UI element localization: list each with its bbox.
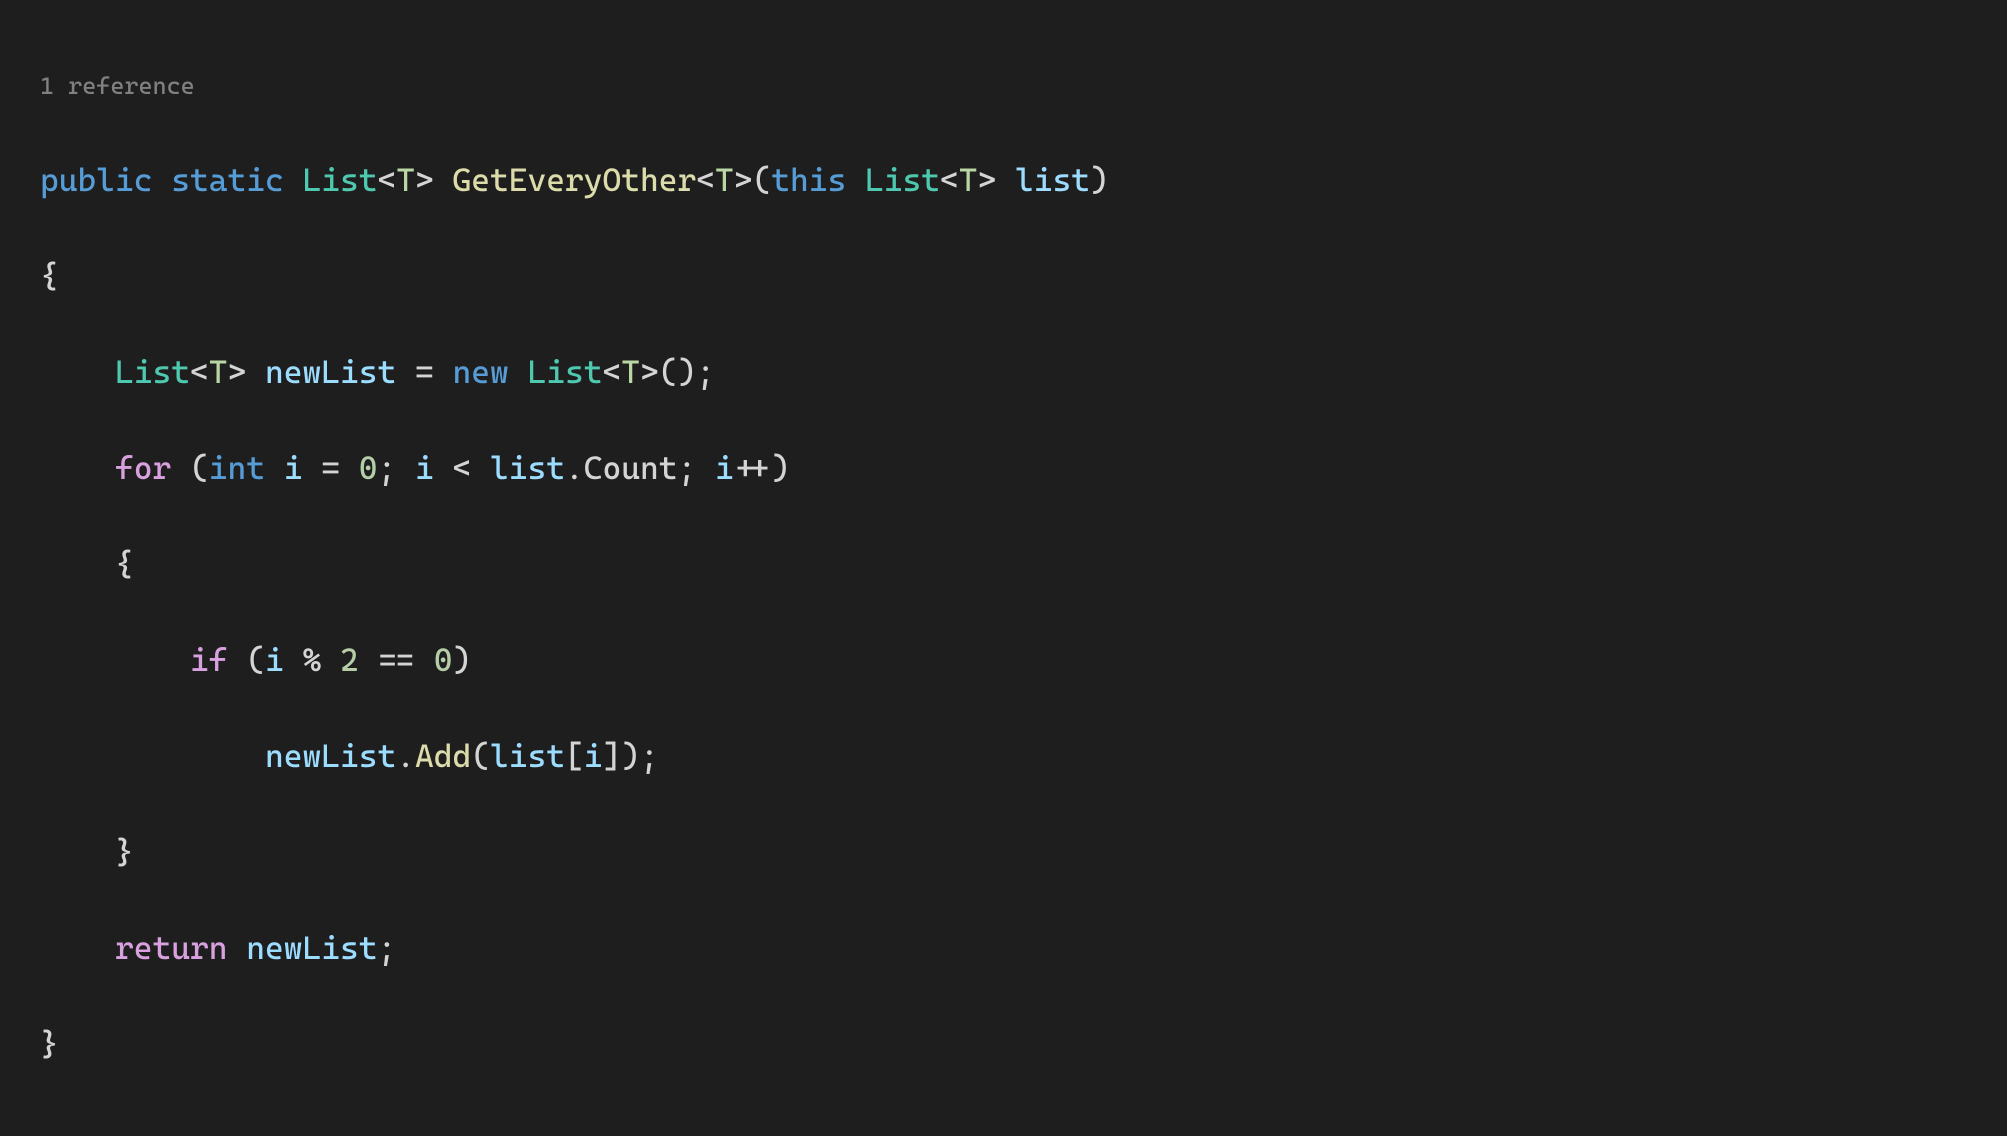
angle-close: > [415, 161, 434, 199]
var-i: i [284, 449, 303, 487]
code-line-2: { [40, 252, 1967, 300]
semicolon: ; [378, 929, 397, 967]
num-zero: 0 [359, 449, 378, 487]
brace-open: { [40, 257, 59, 295]
type-param-t: T [715, 161, 734, 199]
code-editor[interactable]: 1 reference public static List<T> GetEve… [0, 0, 2007, 1136]
keyword-new: new [453, 353, 509, 391]
type-list: List [528, 353, 603, 391]
method-add: Add [415, 737, 471, 775]
type-list: List [865, 161, 940, 199]
var-i: i [584, 737, 603, 775]
paren-close: ) [621, 737, 640, 775]
var-newlist: newList [265, 353, 396, 391]
type-param-t: T [959, 161, 978, 199]
semicolon: ; [378, 449, 397, 487]
paren-close: ) [1090, 161, 1109, 199]
op-plusplus: ++ [734, 449, 772, 487]
brace-close: } [115, 833, 134, 871]
code-line-9: return newList; [40, 924, 1967, 972]
type-list: List [303, 161, 378, 199]
type-param-t: T [396, 161, 415, 199]
paren-open: ( [246, 641, 265, 679]
op-equals: = [415, 353, 434, 391]
code-line-3: List<T> newList = new List<T>(); [40, 348, 1967, 396]
var-i: i [265, 641, 284, 679]
semicolon: ; [678, 449, 697, 487]
paren-close: ) [771, 449, 790, 487]
op-equals: = [321, 449, 340, 487]
var-list: list [490, 449, 565, 487]
var-newlist: newList [246, 929, 377, 967]
angle-open: < [603, 353, 622, 391]
angle-open: < [190, 353, 209, 391]
code-line-7: newList.Add(list[i]); [40, 732, 1967, 780]
angle-open: < [378, 161, 397, 199]
code-line-4: for (int i = 0; i < list.Count; i++) [40, 444, 1967, 492]
op-lt: < [453, 449, 472, 487]
bracket-open: [ [565, 737, 584, 775]
op-mod: % [303, 641, 322, 679]
dot: . [396, 737, 415, 775]
type-param-t: T [621, 353, 640, 391]
type-param-t: T [209, 353, 228, 391]
angle-close: > [734, 161, 753, 199]
semicolon: ; [640, 737, 659, 775]
paren-open: ( [659, 353, 678, 391]
paren-close: ) [678, 353, 697, 391]
var-i: i [715, 449, 734, 487]
code-line-1: public static List<T> GetEveryOther<T>(t… [40, 156, 1967, 204]
code-line-5: { [40, 540, 1967, 588]
method-geteveryother: GetEveryOther [453, 161, 697, 199]
paren-open: ( [471, 737, 490, 775]
bracket-close: ] [603, 737, 622, 775]
code-line-8: } [40, 828, 1967, 876]
keyword-static: static [171, 161, 284, 199]
var-newlist: newList [265, 737, 396, 775]
keyword-int: int [209, 449, 265, 487]
angle-open: < [940, 161, 959, 199]
param-list: list [1015, 161, 1090, 199]
code-line-6: if (i % 2 == 0) [40, 636, 1967, 684]
code-line-10: } [40, 1020, 1967, 1068]
member-count: Count [584, 449, 678, 487]
codelens-reference[interactable]: 1 reference [40, 68, 1967, 104]
angle-open: < [696, 161, 715, 199]
angle-close: > [978, 161, 997, 199]
keyword-for: for [115, 449, 171, 487]
keyword-public: public [40, 161, 153, 199]
angle-close: > [640, 353, 659, 391]
brace-close: } [40, 1025, 59, 1063]
keyword-return: return [115, 929, 228, 967]
keyword-this: this [771, 161, 846, 199]
paren-open: ( [190, 449, 209, 487]
num-zero: 0 [434, 641, 453, 679]
var-list: list [490, 737, 565, 775]
op-eqeq: == [378, 641, 416, 679]
var-i: i [415, 449, 434, 487]
paren-open: ( [753, 161, 772, 199]
semicolon: ; [696, 353, 715, 391]
dot: . [565, 449, 584, 487]
brace-open: { [115, 545, 134, 583]
num-two: 2 [340, 641, 359, 679]
angle-close: > [228, 353, 247, 391]
type-list: List [115, 353, 190, 391]
paren-close: ) [453, 641, 472, 679]
keyword-if: if [190, 641, 228, 679]
